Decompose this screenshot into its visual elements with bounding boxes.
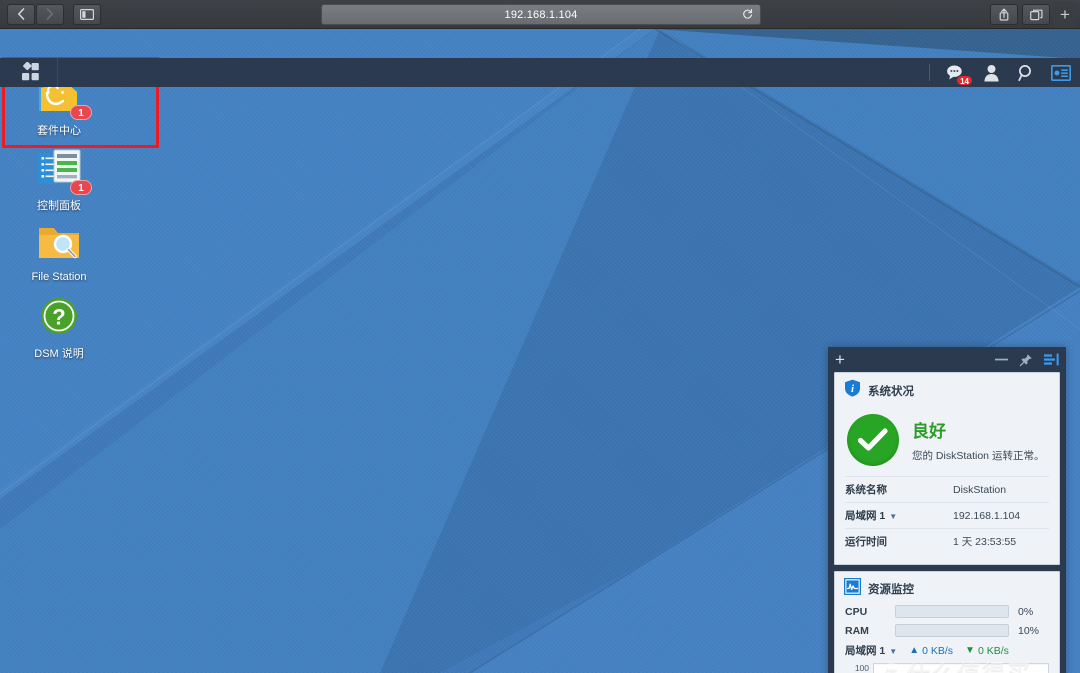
- search-icon[interactable]: [1015, 62, 1037, 84]
- health-check-icon: [847, 414, 899, 466]
- tabs-overview-icon[interactable]: [1022, 4, 1050, 25]
- desktop-icon-control-panel[interactable]: 1 控制面板: [11, 144, 107, 213]
- health-info-row: 局域网 1 ▼ 192.168.1.104: [845, 502, 1049, 528]
- svg-text:?: ?: [52, 305, 65, 330]
- network-upload-value: 0 KB/s: [922, 644, 954, 657]
- dock-widget-icon[interactable]: [1044, 353, 1059, 366]
- chart-svg: [874, 664, 1048, 673]
- reload-icon[interactable]: [742, 8, 753, 21]
- sidebar-toggle-icon[interactable]: [73, 3, 101, 25]
- system-health-title: 系统状况: [868, 385, 914, 398]
- address-bar[interactable]: 192.168.1.104: [321, 4, 761, 25]
- upload-arrow-icon: ▲: [909, 644, 920, 656]
- health-description-text: 您的 DiskStation 运转正常。: [912, 450, 1045, 462]
- health-row-value: 1 天 23:53:55: [953, 536, 1017, 548]
- cpu-percent: 0%: [1018, 605, 1034, 618]
- system-health-summary: 良好 您的 DiskStation 运转正常。: [845, 409, 1049, 476]
- health-row-key-text: 局域网 1: [845, 510, 886, 522]
- health-row-key: 系统名称: [845, 484, 887, 496]
- control-panel-badge: 1: [70, 180, 92, 195]
- minimize-widget-button[interactable]: [995, 358, 1008, 361]
- ram-label: RAM: [845, 624, 869, 637]
- ram-bar-track: [895, 624, 1009, 637]
- dsm-desktop: 14 1 套件中心 1 控制面板 File Station ? DSM 说明 +…: [0, 29, 1080, 673]
- cpu-label: CPU: [845, 605, 868, 618]
- resource-monitor-title: 资源监控: [868, 584, 914, 596]
- chart-y-axis: 100806040200: [845, 663, 873, 673]
- dsm-help-icon: ?: [35, 292, 83, 340]
- resource-monitor-widget: 资源监控 CPU 0% RAM 10% 局域网 1 ▼ ▲ 0 KB/s ▼ 0…: [834, 571, 1060, 673]
- widget-controls: [995, 353, 1059, 367]
- dsm-taskbar: 14: [0, 58, 1080, 87]
- back-button[interactable]: [7, 3, 35, 25]
- chart-y-tick: 100: [854, 663, 869, 673]
- control-panel-icon: 1: [35, 144, 92, 195]
- browser-toolbar: 192.168.1.104 +: [0, 0, 1080, 29]
- chart-plot-area: [873, 663, 1049, 673]
- network-row: 局域网 1 ▼ ▲ 0 KB/s ▼ 0 KB/s: [845, 643, 1049, 658]
- desktop-icon-label: 控制面板: [37, 200, 81, 212]
- forward-button[interactable]: [36, 3, 64, 25]
- chevron-down-icon[interactable]: ▼: [889, 512, 897, 521]
- widget-panel: + i 系统状况 良好 您的 DiskStation 运转正常。 系统名称 Di…: [828, 347, 1066, 673]
- download-arrow-icon: ▼: [965, 644, 975, 656]
- health-row-value: 192.168.1.104: [953, 509, 1021, 522]
- browser-nav-group: [7, 3, 101, 25]
- system-health-body: 良好 您的 DiskStation 运转正常。 系统名称 DiskStation…: [835, 407, 1059, 564]
- health-info-row: 运行时间 1 天 23:53:55: [845, 528, 1049, 554]
- network-download: ▼ 0 KB/s: [965, 645, 1009, 657]
- share-icon[interactable]: [990, 4, 1018, 25]
- notification-badge: 14: [956, 74, 973, 86]
- notifications-icon[interactable]: 14: [945, 62, 973, 86]
- cpu-row: CPU 0%: [845, 605, 1049, 618]
- resource-monitor-body: CPU 0% RAM 10% 局域网 1 ▼ ▲ 0 KB/s ▼ 0 KB/s…: [835, 605, 1059, 673]
- health-row-key[interactable]: 局域网 1 ▼: [845, 508, 953, 523]
- health-row-value: DiskStation: [953, 483, 1007, 496]
- desktop-icon-dsm-help[interactable]: ? DSM 说明: [11, 292, 107, 361]
- address-text: 192.168.1.104: [504, 8, 578, 21]
- network-download-value: 0 KB/s: [977, 644, 1009, 657]
- health-status-text: 良好: [912, 422, 946, 441]
- widgets-icon[interactable]: [1050, 62, 1072, 84]
- add-widget-button[interactable]: +: [835, 351, 845, 368]
- system-health-header: i 系统状况: [835, 373, 1059, 407]
- widget-titlebar: +: [828, 347, 1066, 372]
- ram-percent: 10%: [1018, 624, 1040, 637]
- cpu-bar-track: [895, 605, 1009, 618]
- taskbar-tray: 14: [929, 58, 1072, 87]
- ram-row: RAM 10%: [845, 624, 1049, 637]
- health-info-row: 系统名称 DiskStation: [845, 476, 1049, 502]
- desktop-icon-file-station[interactable]: File Station: [11, 218, 107, 283]
- health-status-block: 良好 您的 DiskStation 运转正常。: [912, 417, 1044, 463]
- main-menu-icon[interactable]: [0, 58, 58, 87]
- desktop-icon-label: File Station: [31, 271, 87, 283]
- desktop-icon-label: 套件中心: [37, 125, 81, 137]
- taskbar-divider: [929, 64, 930, 81]
- chevron-down-icon[interactable]: ▼: [889, 647, 897, 656]
- resource-monitor-header: 资源监控: [835, 572, 1059, 605]
- new-tab-button[interactable]: +: [1054, 1, 1076, 28]
- network-label-text: 局域网 1: [845, 645, 886, 657]
- browser-right-controls: +: [990, 0, 1080, 29]
- network-chart: 100806040200: [845, 663, 1049, 673]
- system-health-widget: i 系统状况 良好 您的 DiskStation 运转正常。 系统名称 Disk…: [834, 372, 1060, 565]
- desktop-icon-label: DSM 说明: [34, 348, 84, 360]
- user-options-icon[interactable]: [980, 62, 1002, 84]
- package-center-badge: 1: [70, 105, 92, 120]
- network-upload: ▲ 0 KB/s: [909, 645, 953, 657]
- network-label[interactable]: 局域网 1 ▼: [845, 643, 897, 658]
- health-row-key: 运行时间: [845, 536, 887, 548]
- pin-widget-icon[interactable]: [1019, 353, 1033, 367]
- file-station-icon: [35, 218, 83, 266]
- info-shield-icon: i: [844, 379, 861, 402]
- waveform-icon: [843, 577, 862, 600]
